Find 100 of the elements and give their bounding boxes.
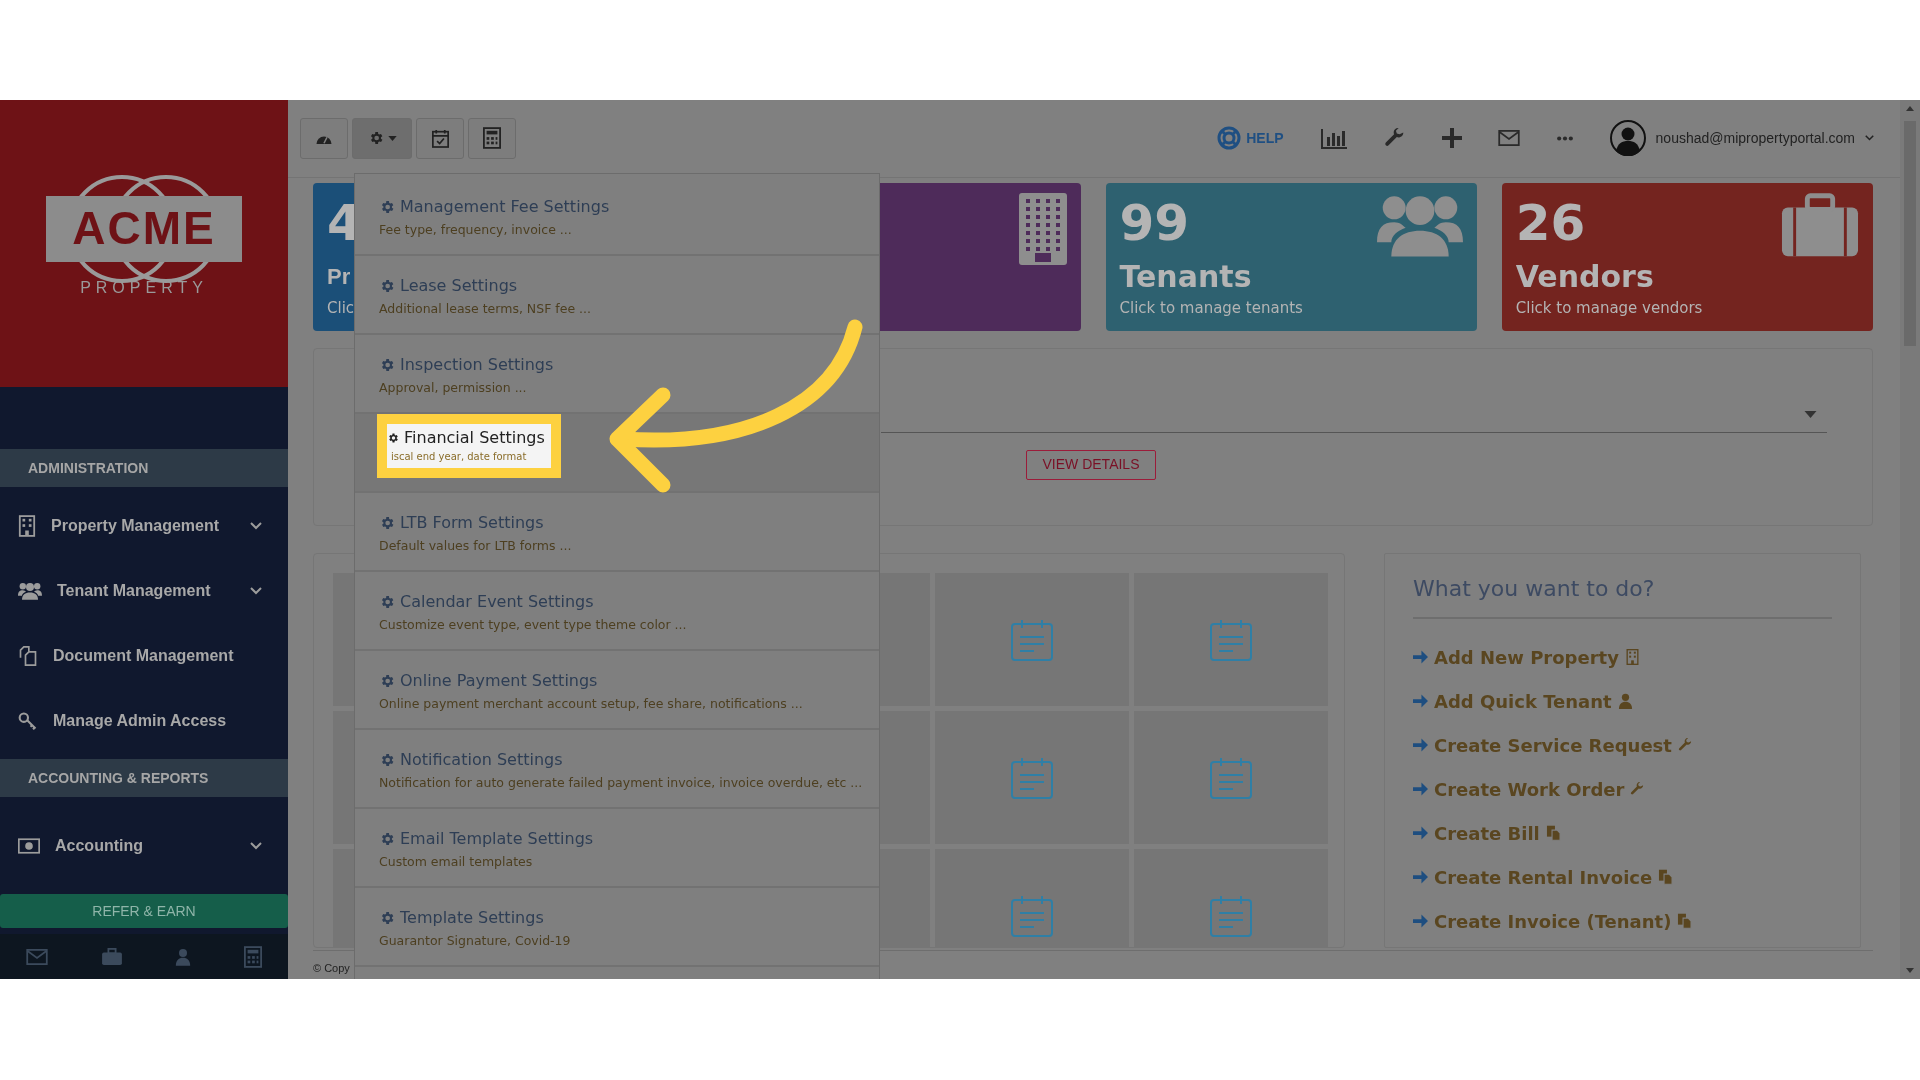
gear-icon [379, 910, 395, 926]
stat-label: Pr [327, 262, 352, 291]
mail-icon[interactable] [26, 948, 49, 965]
menu-item-subtitle: Approval, permission ... [379, 379, 528, 397]
menu-item-subtitle: Fee type, frequency, invoice ... [379, 221, 573, 239]
quick-action-link[interactable]: Create Bill [1434, 819, 1540, 847]
section-heading: ACCOUNTING & REPORTS [28, 768, 209, 788]
gear-icon [379, 357, 395, 373]
settings-menu-item[interactable]: Notification Settings Notification for auto generate failed payment invoice, invoice overdue, etc ... [355, 730, 879, 809]
panel-title: What you want to do? [1413, 572, 1832, 619]
sidebar-item[interactable]: Document Management [0, 623, 288, 689]
menu-item-subtitle: Online payment merchant account setup, fee share, notifications ... [379, 695, 804, 713]
settings-menu-item[interactable]: Template Settings Guarantor Signature, Covid-19 [355, 888, 879, 967]
stat-caption: Click to manage tenants [1119, 297, 1303, 319]
scroll-up-icon[interactable] [1906, 106, 1914, 111]
quick-action-link[interactable]: Create Rental Invoice [1434, 863, 1653, 891]
refer-earn-button[interactable]: REFER & EARN [0, 894, 288, 929]
quick-action-link[interactable]: Add Quick Tenant [1434, 687, 1612, 715]
settings-menu-item[interactable]: Online Payment Settings Online payment merchant account setup, fee share, notifications ... [355, 651, 879, 730]
user-menu[interactable]: noushad@mipropertyportal.com [1609, 120, 1874, 157]
copy-icon [1545, 825, 1561, 841]
arrow-right-icon [1413, 650, 1428, 664]
plus-icon[interactable] [1441, 128, 1462, 149]
settings-menu-item[interactable]: Management Fee Settings Fee type, frequency, invoice ... [355, 177, 879, 256]
bar-chart-icon[interactable] [1319, 127, 1348, 150]
toolbar-button[interactable] [468, 117, 516, 159]
calculator-icon[interactable] [243, 945, 262, 968]
quick-action-link[interactable]: Create Invoice (Tenant) [1434, 907, 1672, 935]
menu-item-title: Lease Settings [400, 275, 518, 297]
stat-caption: Clic [327, 297, 356, 319]
sidebar-item[interactable]: Manage Admin Access [0, 688, 288, 754]
caret-icon [1804, 410, 1817, 418]
quick-action-link[interactable]: Create Service Request [1434, 731, 1672, 759]
more-icon[interactable] [1555, 135, 1574, 141]
quick-action-link[interactable]: Create Work Order [1434, 775, 1625, 803]
stat-label: Tenants [1119, 257, 1253, 296]
scrollbar[interactable] [1900, 100, 1920, 979]
settings-menu-item[interactable]: Email Template Settings Custom email templates [355, 809, 879, 888]
chevron-icon [250, 841, 262, 850]
chevron-icon [250, 586, 262, 595]
user-icon[interactable] [175, 947, 192, 966]
scroll-down-icon[interactable] [1906, 968, 1914, 973]
calculator-icon [483, 127, 501, 150]
menu-item-subtitle: Default values for LTB forms ... [379, 537, 573, 555]
briefcase-icon [1781, 192, 1859, 257]
calendar-icon [1210, 756, 1252, 799]
toolbar-button[interactable] [352, 117, 412, 159]
menu-item-subtitle: Customize event type, event type theme color ... [379, 616, 688, 634]
key-icon [18, 710, 38, 731]
gear-icon [379, 199, 395, 215]
calendar-tile[interactable] [935, 711, 1129, 844]
calendar-icon [1011, 894, 1053, 937]
briefcase-icon[interactable] [100, 947, 123, 966]
settings-menu-item[interactable]: Lease Settings Additional lease terms, NSF fee ... [355, 256, 879, 335]
quick-action-link[interactable]: Add New Property [1434, 643, 1619, 671]
settings-menu-item[interactable]: Financial Settings iscal end year, date format [355, 414, 879, 493]
calendar-tile[interactable] [1134, 573, 1328, 706]
menu-item-subtitle: Custom email templates [379, 853, 534, 871]
building-icon [18, 514, 36, 537]
calendar-tile[interactable] [935, 573, 1129, 706]
mail-icon[interactable] [1497, 130, 1520, 147]
stat-caption: Click to manage vendors [1515, 297, 1703, 319]
gear-icon [379, 831, 395, 847]
calendar-tile[interactable] [935, 849, 1129, 947]
chevron-icon [1865, 135, 1874, 142]
help-link[interactable]: HELP [1217, 126, 1284, 151]
select-field[interactable] [881, 410, 1827, 433]
calendar-tile[interactable] [1134, 849, 1328, 947]
copy-icon [1677, 913, 1693, 929]
gear-icon [379, 752, 395, 768]
stat-card[interactable]: 99 Tenants Click to manage tenants [1105, 182, 1477, 331]
calendar-tile[interactable] [1134, 711, 1328, 844]
stat-card[interactable]: 26 Vendors Click to manage vendors [1501, 182, 1873, 331]
menu-item-title: Management Fee Settings [400, 196, 610, 218]
avatar-icon [1609, 120, 1646, 157]
sidebar-item[interactable]: Tenant Management [0, 558, 288, 624]
arrow-right-icon [1413, 914, 1428, 928]
gear-icon [379, 594, 395, 610]
calendar-icon [1210, 894, 1252, 937]
banknote-icon [18, 837, 40, 854]
copyright-text: © Copy [313, 962, 350, 974]
menu-item-title: Online Payment Settings [400, 670, 598, 692]
menu-item-title: Calendar Event Settings [400, 591, 594, 613]
settings-menu-item[interactable]: LTB Form Settings Default values for LTB forms ... [355, 493, 879, 572]
view-details-button[interactable]: VIEW DETAILS [1026, 449, 1156, 480]
toolbar-button[interactable] [300, 117, 348, 159]
menu-item-title: Template Settings [400, 907, 544, 929]
menu-item-title: Notification Settings [400, 749, 563, 771]
arrow-right-icon [1413, 826, 1428, 840]
users-icon [18, 581, 42, 600]
toolbar-button[interactable] [416, 117, 464, 159]
arrow-right-icon [1413, 870, 1428, 884]
stat-label: Vendors [1515, 257, 1655, 296]
chevron-icon [250, 521, 262, 530]
sidebar-item[interactable]: Property Management [0, 493, 288, 559]
menu-item-title: Financial Settings [404, 427, 545, 449]
settings-menu-item[interactable]: Calendar Event Settings Customize event type, event type theme color ... [355, 572, 879, 651]
menu-item-subtitle: Additional lease terms, NSF fee ... [379, 300, 592, 318]
menu-item-title: LTB Form Settings [400, 512, 544, 534]
sidebar-item[interactable]: Accounting [0, 813, 288, 879]
